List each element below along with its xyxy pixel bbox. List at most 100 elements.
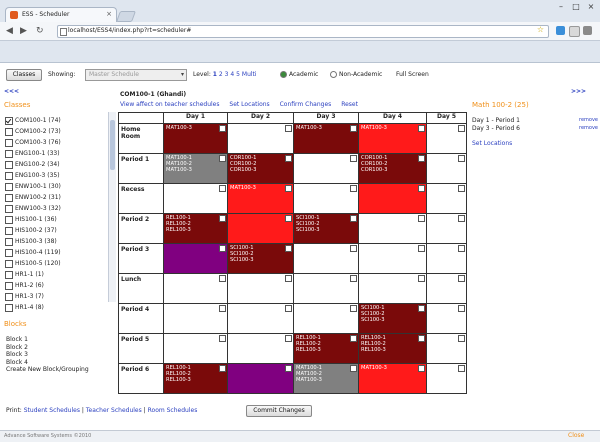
class-checkbox[interactable]	[5, 226, 13, 235]
schedule-cell[interactable]	[426, 123, 467, 154]
class-checkbox[interactable]	[5, 160, 13, 169]
block-item[interactable]: Block 4	[6, 359, 89, 367]
schedule-cell[interactable]	[426, 273, 467, 304]
schedule-cell[interactable]: SCI100-1 SCI100-2 SCI100-3	[358, 303, 427, 334]
cell-select-checkbox[interactable]	[418, 245, 425, 252]
cell-select-checkbox[interactable]	[418, 185, 425, 192]
class-item[interactable]: ENW100-1 (30)	[5, 182, 61, 191]
class-item[interactable]: ENG100-3 (35)	[5, 171, 60, 180]
schedule-cell[interactable]	[358, 213, 427, 244]
class-item[interactable]: COM100-2 (73)	[5, 127, 61, 136]
class-checkbox[interactable]	[5, 248, 13, 257]
class-item[interactable]: HIS100-4 (119)	[5, 248, 61, 257]
schedule-cell[interactable]: MAT100-3	[227, 183, 294, 214]
schedule-cell[interactable]	[426, 333, 467, 364]
class-item[interactable]: HR1-1 (1)	[5, 270, 44, 279]
scrollbar-thumb[interactable]	[110, 120, 115, 170]
cell-select-checkbox[interactable]	[219, 275, 226, 282]
cell-select-checkbox[interactable]	[219, 185, 226, 192]
browser-tab[interactable]: ESS - Scheduler ×	[5, 7, 117, 22]
schedule-cell[interactable]	[293, 303, 359, 334]
confirm-changes-link[interactable]: Confirm Changes	[280, 101, 332, 108]
cell-select-checkbox[interactable]	[285, 245, 292, 252]
print-room-schedules-link[interactable]: Room Schedules	[148, 407, 198, 414]
class-item[interactable]: HIS100-2 (37)	[5, 226, 57, 235]
class-checkbox[interactable]	[5, 149, 13, 158]
class-checkbox[interactable]	[5, 281, 13, 290]
schedule-cell[interactable]	[293, 243, 359, 274]
schedule-cell[interactable]	[426, 153, 467, 184]
class-item[interactable]: HIS100-3 (38)	[5, 237, 57, 246]
schedule-cell[interactable]: MAT100-3	[358, 123, 427, 154]
level-1[interactable]: 1	[213, 71, 217, 78]
close-window-icon[interactable]: ×	[584, 2, 598, 12]
cell-select-checkbox[interactable]	[458, 125, 465, 132]
schedule-cell[interactable]	[163, 273, 228, 304]
schedule-cell[interactable]: MAT100-3	[293, 123, 359, 154]
cell-select-checkbox[interactable]	[350, 335, 357, 342]
level-2[interactable]: 2	[219, 71, 223, 78]
cell-select-checkbox[interactable]	[418, 125, 425, 132]
cell-select-checkbox[interactable]	[458, 305, 465, 312]
cell-select-checkbox[interactable]	[219, 245, 226, 252]
cell-select-checkbox[interactable]	[458, 275, 465, 282]
extension-icon[interactable]	[556, 26, 565, 35]
schedule-cell[interactable]	[163, 243, 228, 274]
cell-select-checkbox[interactable]	[418, 215, 425, 222]
level-4[interactable]: 4	[230, 71, 234, 78]
class-list-scrollbar[interactable]	[108, 112, 116, 302]
cell-select-checkbox[interactable]	[285, 305, 292, 312]
schedule-cell[interactable]: SCI100-1 SCI100-2 SCI100-3	[293, 213, 359, 244]
cell-select-checkbox[interactable]	[285, 275, 292, 282]
block-item[interactable]: Block 3	[6, 351, 89, 359]
cell-select-checkbox[interactable]	[350, 125, 357, 132]
cell-select-checkbox[interactable]	[219, 335, 226, 342]
cell-select-checkbox[interactable]	[285, 335, 292, 342]
cell-select-checkbox[interactable]	[458, 155, 465, 162]
class-checkbox[interactable]	[5, 138, 13, 147]
non-academic-radio[interactable]: Non-Academic	[330, 71, 382, 78]
schedule-cell[interactable]: MAT100-1 MAT100-2 MAT100-3	[293, 363, 359, 394]
cell-select-checkbox[interactable]	[219, 365, 226, 372]
schedule-cell[interactable]	[227, 333, 294, 364]
cell-select-checkbox[interactable]	[285, 215, 292, 222]
cell-select-checkbox[interactable]	[219, 125, 226, 132]
class-checkbox[interactable]	[5, 204, 13, 213]
create-block-link[interactable]: Create New Block/Grouping	[6, 366, 89, 374]
schedule-cell[interactable]	[426, 303, 467, 334]
class-item[interactable]: HR1-4 (8)	[5, 303, 44, 312]
next-nav-link[interactable]: >>>	[571, 88, 586, 95]
class-checkbox[interactable]	[5, 292, 13, 301]
schedule-cell[interactable]	[163, 183, 228, 214]
reset-link[interactable]: Reset	[341, 101, 358, 108]
class-item[interactable]: ENG100-1 (33)	[5, 149, 60, 158]
cell-select-checkbox[interactable]	[458, 245, 465, 252]
class-checkbox[interactable]	[5, 127, 13, 136]
cell-select-checkbox[interactable]	[418, 305, 425, 312]
schedule-cell[interactable]	[426, 363, 467, 394]
class-item[interactable]: HIS100-1 (36)	[5, 215, 57, 224]
back-icon[interactable]: ◀	[6, 26, 13, 36]
close-tab-icon[interactable]: ×	[106, 10, 112, 18]
class-item[interactable]: ENW100-2 (31)	[5, 193, 61, 202]
class-item[interactable]: ENG100-2 (34)	[5, 160, 60, 169]
cell-select-checkbox[interactable]	[285, 155, 292, 162]
class-checkbox[interactable]	[5, 182, 13, 191]
print-student-schedules-link[interactable]: Student Schedules	[24, 407, 80, 414]
class-checkbox[interactable]	[5, 171, 13, 180]
schedule-cell[interactable]	[293, 273, 359, 304]
level-multi[interactable]: Multi	[242, 71, 257, 78]
cell-select-checkbox[interactable]	[285, 185, 292, 192]
cell-select-checkbox[interactable]	[219, 305, 226, 312]
cell-select-checkbox[interactable]	[219, 155, 226, 162]
class-item[interactable]: HR1-3 (7)	[5, 292, 44, 301]
cell-select-checkbox[interactable]	[458, 185, 465, 192]
cell-select-checkbox[interactable]	[350, 365, 357, 372]
class-checkbox[interactable]	[5, 259, 13, 268]
level-3[interactable]: 3	[225, 71, 229, 78]
schedule-cell[interactable]	[227, 273, 294, 304]
close-link[interactable]: Close	[568, 432, 584, 439]
cell-select-checkbox[interactable]	[285, 125, 292, 132]
commit-changes-button[interactable]: Commit Changes	[246, 405, 312, 417]
cell-select-checkbox[interactable]	[219, 215, 226, 222]
